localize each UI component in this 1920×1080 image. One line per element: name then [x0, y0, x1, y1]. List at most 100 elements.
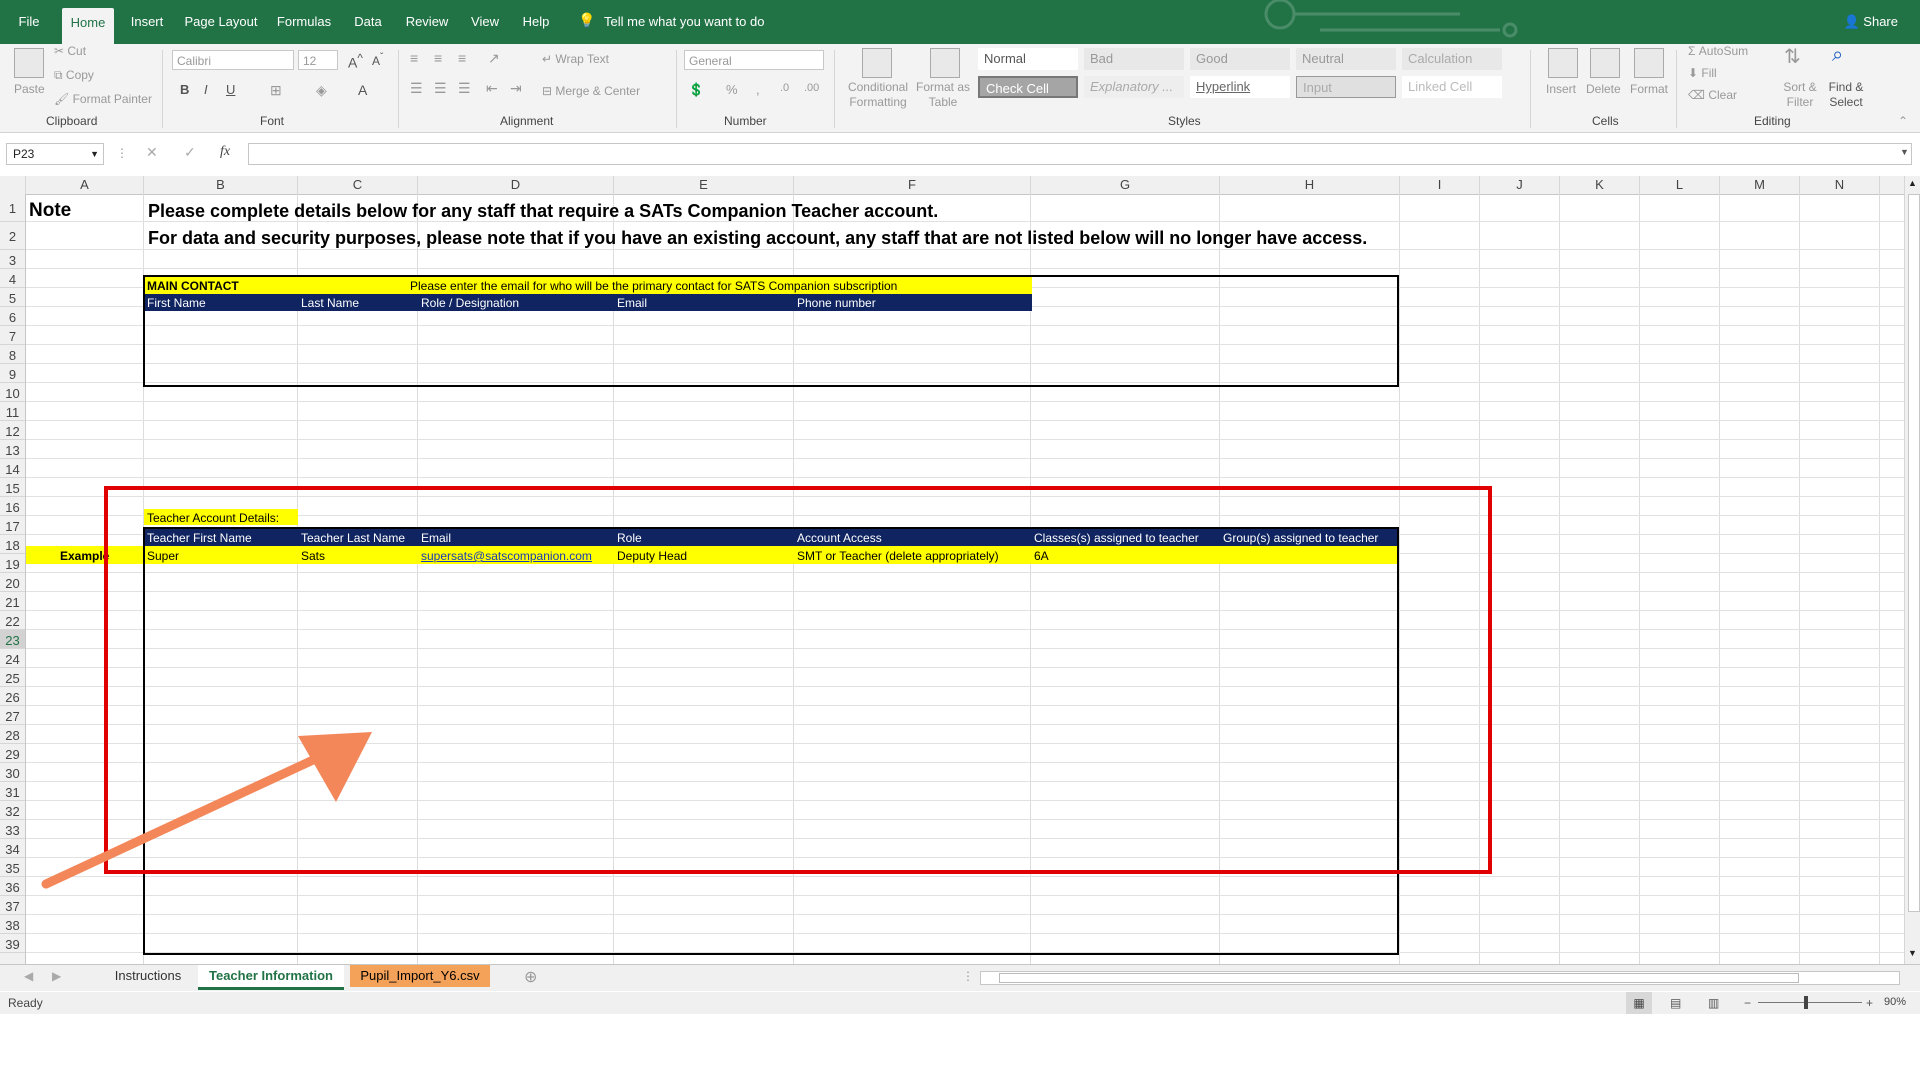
zoom-in-icon[interactable]: +	[1866, 992, 1873, 1014]
comma-icon[interactable]: ,	[756, 82, 760, 97]
zoom-out-icon[interactable]: −	[1744, 992, 1751, 1014]
font-size-select[interactable]: 12	[298, 50, 338, 70]
column-header-d[interactable]: D	[418, 176, 614, 194]
row-header-14[interactable]: 14	[0, 459, 25, 478]
tab-page-layout[interactable]: Page Layout	[180, 12, 262, 32]
row-header-13[interactable]: 13	[0, 440, 25, 459]
sheet-tab-pupil-import[interactable]: Pupil_Import_Y6.csv	[350, 965, 490, 987]
delete-cells-button[interactable]: Delete	[1586, 82, 1621, 96]
sort-filter-icon[interactable]: ⇅	[1784, 44, 1801, 69]
align-center-icon[interactable]: ☰	[434, 80, 447, 97]
column-header-j[interactable]: J	[1480, 176, 1560, 194]
row-header-4[interactable]: 4	[0, 269, 25, 288]
tab-file[interactable]: File	[10, 12, 48, 32]
indent-increase-icon[interactable]: ⇥	[510, 80, 522, 97]
share-button[interactable]: 👤 Share	[1843, 12, 1898, 32]
select-all-corner[interactable]	[0, 176, 26, 194]
zoom-slider-handle[interactable]	[1804, 996, 1808, 1009]
tab-view[interactable]: View	[464, 12, 506, 32]
row-header-19[interactable]: 19	[0, 554, 25, 573]
indent-decrease-icon[interactable]: ⇤	[486, 80, 498, 97]
increase-decimal-icon[interactable]: .0	[780, 82, 789, 94]
cut-button[interactable]: ✂ Cut	[54, 44, 86, 58]
page-layout-view-icon[interactable]: ▤	[1670, 992, 1681, 1014]
percent-icon[interactable]: %	[726, 82, 738, 97]
horizontal-scrollbar[interactable]	[980, 971, 1900, 985]
row-header-29[interactable]: 29	[0, 744, 25, 763]
column-header-l[interactable]: L	[1640, 176, 1720, 194]
align-left-icon[interactable]: ☰	[410, 80, 423, 97]
next-sheet-icon[interactable]: ▶	[52, 969, 61, 983]
sort-filter-button[interactable]: Sort & Filter	[1780, 80, 1820, 110]
tab-insert[interactable]: Insert	[124, 12, 170, 32]
formula-input[interactable]	[248, 143, 1912, 165]
column-header-k[interactable]: K	[1560, 176, 1640, 194]
cancel-icon[interactable]: ✕	[146, 144, 158, 161]
borders-icon[interactable]: ⊞	[270, 82, 282, 99]
fill-button[interactable]: ⬇ Fill	[1688, 66, 1717, 80]
currency-icon[interactable]: 💲	[688, 82, 704, 98]
align-middle-icon[interactable]: ≡	[434, 50, 442, 66]
conditional-formatting-icon[interactable]	[862, 48, 892, 78]
align-right-icon[interactable]: ☰	[458, 80, 471, 97]
prev-sheet-icon[interactable]: ◀	[24, 969, 33, 983]
style-good[interactable]: Good	[1190, 48, 1290, 70]
format-cells-icon[interactable]	[1634, 48, 1664, 78]
row-header-6[interactable]: 6	[0, 307, 25, 326]
merge-center-button[interactable]: ⊟ Merge & Center	[542, 84, 640, 98]
enter-check-icon[interactable]: ✓	[184, 144, 196, 161]
insert-cells-icon[interactable]	[1548, 48, 1578, 78]
style-neutral[interactable]: Neutral	[1296, 48, 1396, 70]
row-header-7[interactable]: 7	[0, 326, 25, 345]
vertical-scrollbar[interactable]: ▲ ▼	[1904, 176, 1920, 964]
horizontal-scroll-thumb[interactable]	[999, 973, 1799, 983]
row-header-31[interactable]: 31	[0, 782, 25, 801]
style-hyperlink[interactable]: Hyperlink	[1190, 76, 1290, 98]
number-format-select[interactable]: General	[684, 50, 824, 70]
font-color-icon[interactable]: A	[358, 82, 367, 98]
row-header-32[interactable]: 32	[0, 801, 25, 820]
row-header-25[interactable]: 25	[0, 668, 25, 687]
zoom-level[interactable]: 90%	[1884, 996, 1906, 1008]
row-header-21[interactable]: 21	[0, 592, 25, 611]
scroll-up-icon[interactable]: ▲	[1908, 178, 1917, 188]
scroll-down-icon[interactable]: ▼	[1908, 948, 1917, 958]
expand-formula-icon[interactable]: ▼	[1900, 147, 1909, 157]
italic-icon[interactable]: I	[204, 82, 208, 97]
tab-review[interactable]: Review	[400, 12, 454, 32]
row-header-35[interactable]: 35	[0, 858, 25, 877]
tab-formulas[interactable]: Formulas	[272, 12, 336, 32]
row-header-36[interactable]: 36	[0, 877, 25, 896]
row-header-17[interactable]: 17	[0, 516, 25, 535]
row-header-34[interactable]: 34	[0, 839, 25, 858]
row-header-3[interactable]: 3	[0, 250, 25, 269]
style-explanatory[interactable]: Explanatory ...	[1084, 76, 1184, 98]
autosum-button[interactable]: Σ AutoSum	[1688, 44, 1748, 58]
row-header-38[interactable]: 38	[0, 915, 25, 934]
row-header-37[interactable]: 37	[0, 896, 25, 915]
decrease-font-icon[interactable]: Aˇ	[372, 52, 383, 68]
align-bottom-icon[interactable]: ≡	[458, 50, 466, 66]
style-normal[interactable]: Normal	[978, 48, 1078, 70]
row-header-1[interactable]: 1	[0, 194, 25, 222]
align-top-icon[interactable]: ≡	[410, 50, 418, 66]
tab-help[interactable]: Help	[516, 12, 556, 32]
decrease-decimal-icon[interactable]: .00	[804, 82, 819, 94]
fill-color-icon[interactable]: ◈	[316, 82, 327, 99]
insert-cells-button[interactable]: Insert	[1546, 82, 1576, 96]
row-header-23[interactable]: 23	[0, 630, 25, 649]
vertical-scroll-thumb[interactable]	[1908, 194, 1920, 912]
column-header-b[interactable]: B	[144, 176, 298, 194]
row-header-10[interactable]: 10	[0, 383, 25, 402]
tab-home[interactable]: Home	[62, 8, 114, 44]
style-check-cell[interactable]: Check Cell	[978, 76, 1078, 98]
column-header-n[interactable]: N	[1800, 176, 1880, 194]
format-table-icon[interactable]	[930, 48, 960, 78]
column-header-a[interactable]: A	[26, 176, 144, 194]
row-header-18[interactable]: 18	[0, 535, 25, 554]
insert-function-icon[interactable]: fx	[220, 144, 230, 160]
page-break-view-icon[interactable]: ▥	[1708, 992, 1719, 1014]
tell-me-search[interactable]: Tell me what you want to do	[604, 12, 764, 32]
column-header-e[interactable]: E	[614, 176, 794, 194]
copy-button[interactable]: ⧉ Copy	[54, 68, 94, 83]
